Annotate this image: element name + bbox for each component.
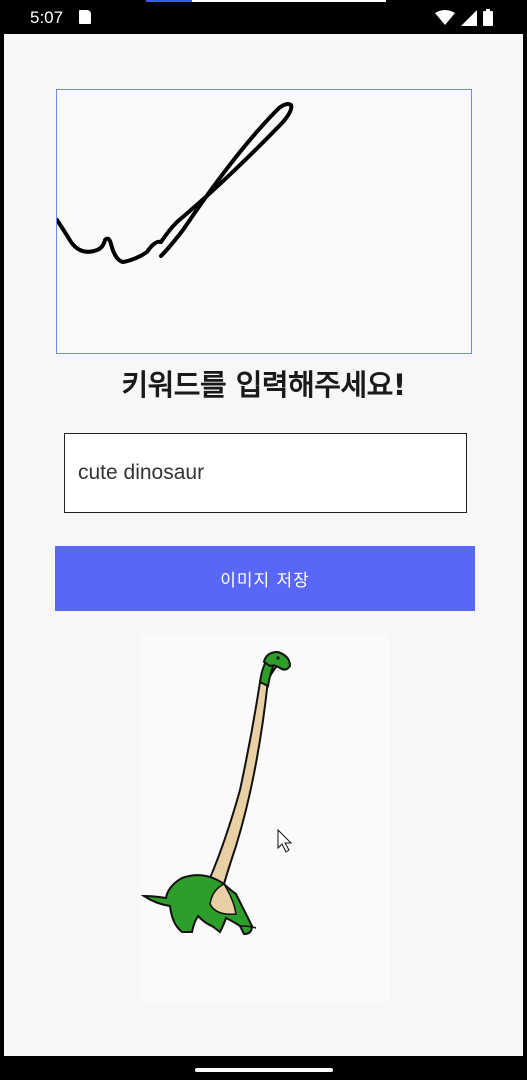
dinosaur-illustration <box>140 650 293 936</box>
wifi-icon <box>435 9 455 25</box>
loading-indicator <box>146 0 386 2</box>
status-bar: 5:07 <box>0 0 527 34</box>
document-icon <box>79 10 91 24</box>
status-icons <box>435 9 493 26</box>
home-handle[interactable] <box>195 1068 333 1072</box>
app-screen: 키워드를 입력해주세요! 이미지 저장 <box>4 34 523 1056</box>
generated-image <box>140 634 390 1002</box>
signal-icon <box>461 9 477 26</box>
sketch-stroke <box>57 102 294 264</box>
navigation-bar <box>0 1056 527 1080</box>
status-time: 5:07 <box>30 8 64 27</box>
save-image-button[interactable]: 이미지 저장 <box>55 546 475 611</box>
page-title: 키워드를 입력해주세요! <box>121 368 406 402</box>
drawing-canvas[interactable] <box>56 89 472 354</box>
keyword-input[interactable] <box>64 433 467 513</box>
battery-icon <box>483 9 493 26</box>
